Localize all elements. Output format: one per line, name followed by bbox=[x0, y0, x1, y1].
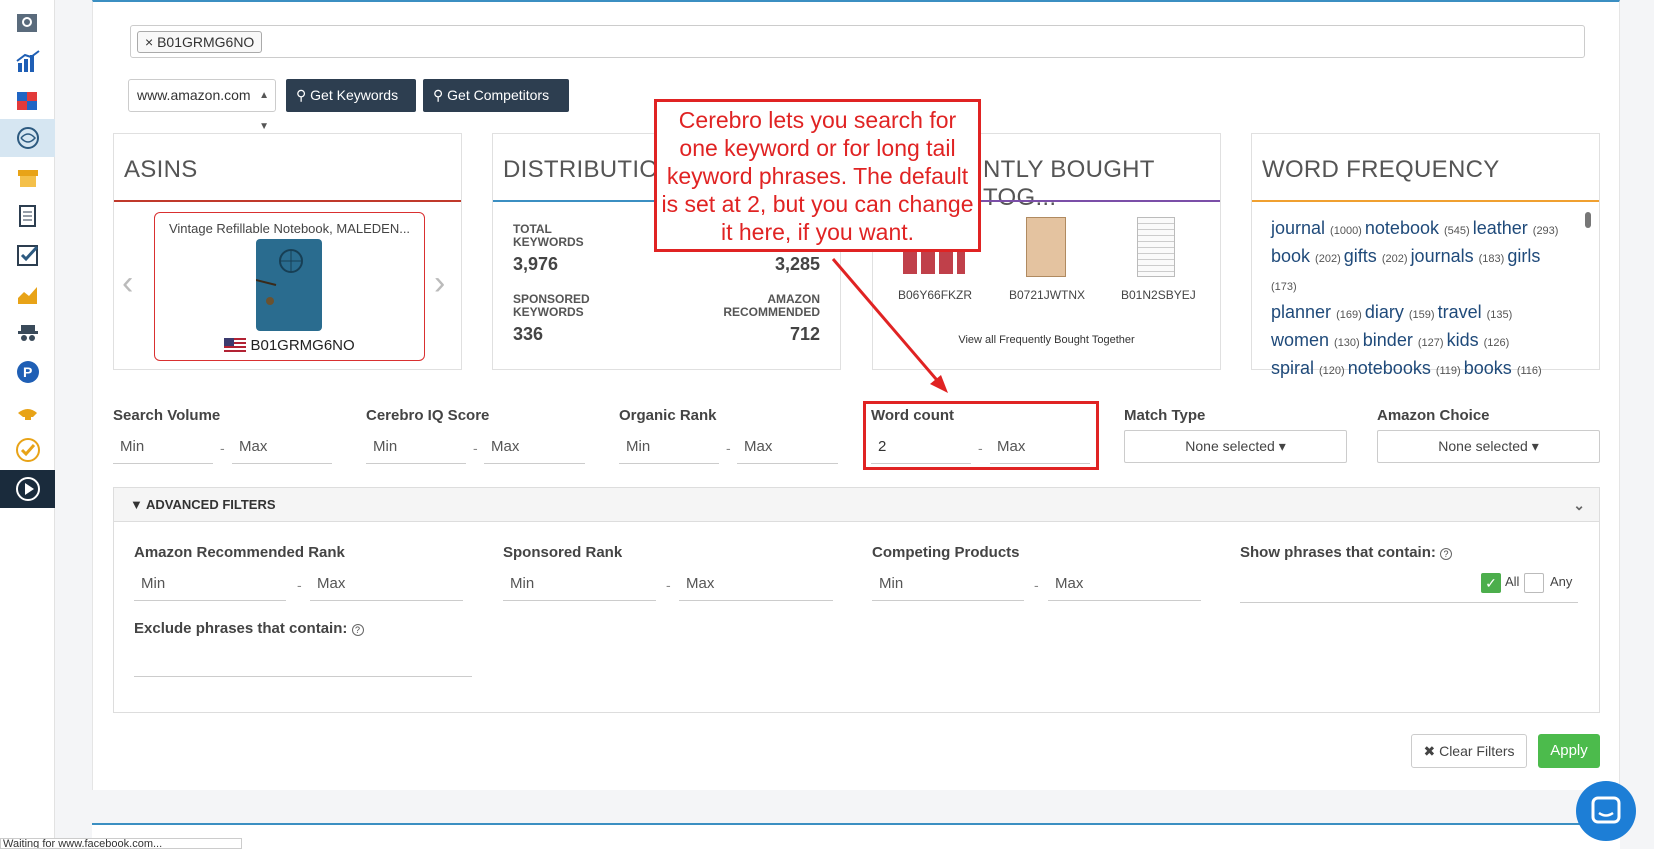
word-count-highlight bbox=[863, 401, 1099, 470]
chat-button[interactable] bbox=[1576, 781, 1636, 841]
annotation-arrow bbox=[831, 258, 948, 393]
chat-icon bbox=[1591, 796, 1621, 824]
